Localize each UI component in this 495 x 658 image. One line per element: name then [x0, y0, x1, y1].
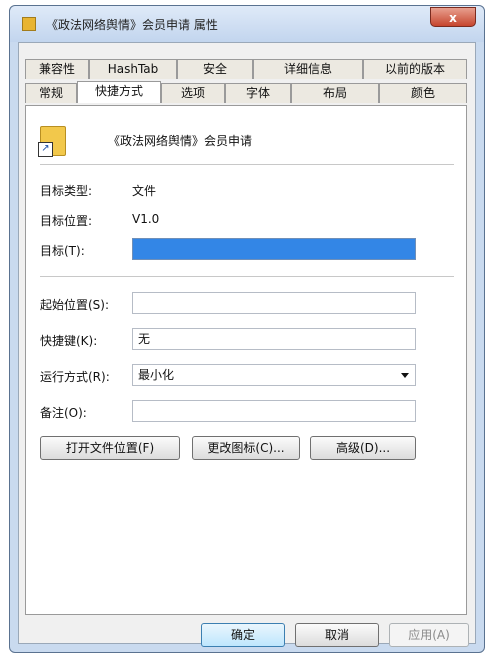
title-bar[interactable]: 《政法网络舆情》会员申请 属性 x [10, 6, 484, 42]
window-title: 《政法网络舆情》会员申请 属性 [46, 18, 218, 32]
start-in-field[interactable] [132, 292, 416, 314]
target-type-value: 文件 [132, 184, 157, 198]
divider [40, 164, 454, 165]
run-select-value: 最小化 [138, 368, 175, 382]
properties-window: 《政法网络舆情》会员申请 属性 x 兼容性 HashTab 安全 详细信息 以前… [9, 5, 485, 653]
cancel-button[interactable]: 取消 [295, 623, 379, 647]
chevron-down-icon[interactable] [401, 373, 409, 378]
close-button[interactable]: x [430, 7, 476, 27]
hotkey-field[interactable]: 无 [132, 328, 416, 350]
hotkey-label: 快捷键(K): [40, 334, 98, 348]
tab-shortcut[interactable]: 快捷方式 [77, 81, 161, 103]
shortcut-panel: ↗ 《政法网络舆情》会员申请 目标类型: 文件 目标位置: V1.0 目标(T)… [25, 105, 467, 615]
shortcut-arrow-icon: ↗ [38, 142, 53, 157]
apply-button[interactable]: 应用(A) [389, 623, 469, 647]
tab-colors[interactable]: 颜色 [379, 83, 467, 103]
tab-row-top: 兼容性 HashTab 安全 详细信息 以前的版本 [25, 59, 467, 79]
target-type-label: 目标类型: [40, 184, 93, 198]
open-file-location-button[interactable]: 打开文件位置(F) [40, 436, 180, 460]
run-select[interactable]: 最小化 [132, 364, 416, 386]
tab-general[interactable]: 常规 [25, 83, 77, 103]
comment-label: 备注(O): [40, 406, 87, 420]
target-location-value: V1.0 [132, 212, 160, 226]
shortcut-name: 《政法网络舆情》会员申请 [108, 134, 253, 148]
change-icon-button[interactable]: 更改图标(C)... [192, 436, 300, 460]
tab-font[interactable]: 字体 [225, 83, 291, 103]
tab-details[interactable]: 详细信息 [253, 59, 363, 79]
target-label: 目标(T): [40, 244, 85, 258]
tab-security[interactable]: 安全 [177, 59, 253, 79]
target-field[interactable] [132, 238, 416, 260]
shortcut-folder-icon: ↗ [38, 124, 66, 157]
ok-button[interactable]: 确定 [201, 623, 285, 647]
divider [40, 276, 454, 277]
dialog-content: 兼容性 HashTab 安全 详细信息 以前的版本 常规 快捷方式 选项 字体 … [18, 42, 476, 647]
tab-layout[interactable]: 布局 [291, 83, 379, 103]
tab-compatibility[interactable]: 兼容性 [25, 59, 89, 79]
advanced-button[interactable]: 高级(D)... [310, 436, 416, 460]
tab-hashtab[interactable]: HashTab [89, 59, 177, 79]
target-location-label: 目标位置: [40, 214, 93, 228]
tab-options[interactable]: 选项 [161, 83, 225, 103]
run-label: 运行方式(R): [40, 370, 110, 384]
comment-field[interactable] [132, 400, 416, 422]
start-in-label: 起始位置(S): [40, 298, 110, 312]
tab-previous-versions[interactable]: 以前的版本 [363, 59, 467, 79]
shortcut-app-icon [22, 17, 36, 31]
tab-row-bottom: 常规 快捷方式 选项 字体 布局 颜色 [25, 81, 467, 103]
